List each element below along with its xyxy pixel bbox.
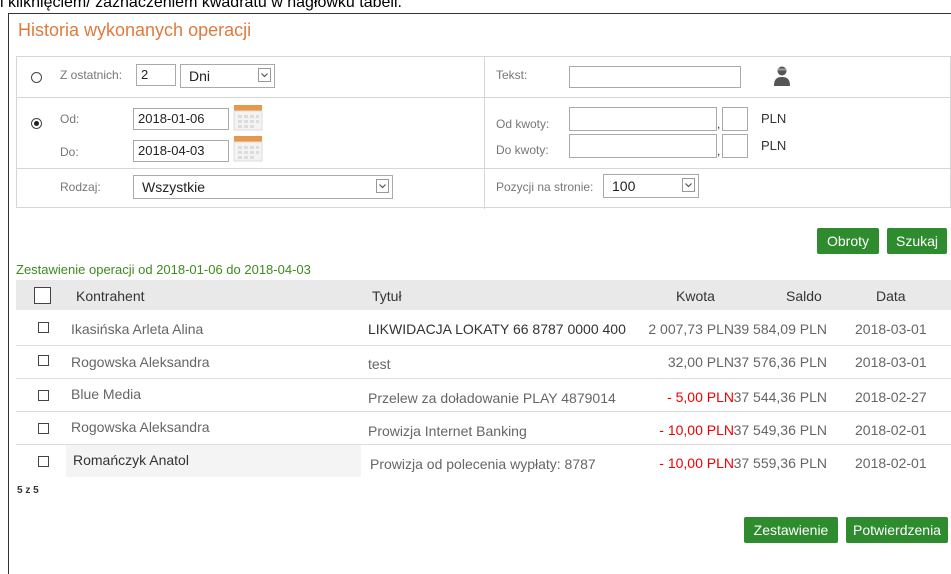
amount-from-comma: , (717, 117, 721, 131)
currency-label: PLN (761, 138, 787, 153)
per-page-select[interactable]: 100 (603, 174, 699, 198)
from-date-label: Od: (60, 112, 80, 126)
title-cell: Prowizja Internet Banking (368, 423, 527, 439)
confirmations-button[interactable]: Potwierdzenia (846, 517, 948, 543)
amount-to-label: Do kwoty: (496, 143, 549, 157)
text-input[interactable] (569, 66, 741, 88)
search-button[interactable]: Szukaj (887, 228, 947, 254)
balance-cell: 39 584,09 PLN (733, 321, 827, 337)
last-days-radio[interactable] (31, 72, 42, 83)
table-row[interactable]: Blue Media Przelew za doładowanie PLAY 4… (16, 379, 951, 412)
title-cell: Prowizja od polecenia wypłaty: 8787 (370, 456, 596, 472)
calendar-icon[interactable] (233, 135, 263, 162)
amount-to-input[interactable] (569, 134, 717, 158)
from-date-input[interactable]: 2018-01-06 (133, 108, 229, 130)
text-label: Tekst: (496, 68, 528, 82)
type-select[interactable]: Wszystkie (133, 175, 393, 199)
date-cell: 2018-02-01 (855, 422, 927, 438)
date-cell: 2018-02-01 (855, 455, 927, 471)
chevron-down-icon (376, 179, 389, 193)
date-range-radio[interactable] (31, 118, 42, 129)
to-date-input[interactable]: 2018-04-03 (133, 140, 229, 162)
title-cell: test (368, 356, 391, 372)
date-cell: 2018-02-27 (855, 389, 927, 405)
balance-cell: 37 544,36 PLN (733, 389, 827, 405)
row-checkbox[interactable] (38, 390, 49, 401)
table-row[interactable]: Romańczyk Anatol Prowizja od polecenia w… (16, 445, 951, 477)
balance-cell: 37 549,36 PLN (733, 422, 827, 438)
per-page-value: 100 (612, 178, 636, 194)
per-page-label: Pozycji na stronie: (496, 180, 594, 194)
date-cell: 2018-03-01 (855, 321, 927, 337)
column-header-contractor[interactable]: Kontrahent (76, 288, 145, 304)
amount-to-comma: , (717, 144, 721, 158)
amount-cell: 32,00 PLN (667, 354, 734, 370)
summary-title: Zestawienie operacji od 2018-01-06 do 20… (16, 262, 311, 277)
last-days-label: Z ostatnich: (60, 68, 123, 82)
column-header-date[interactable]: Data (876, 288, 906, 304)
amount-cell: - 10,00 PLN (659, 455, 734, 471)
amount-from-cents-input[interactable] (722, 107, 748, 131)
row-checkbox[interactable] (38, 322, 49, 333)
table-row[interactable]: Rogowska Aleksandra Prowizja Internet Ba… (16, 412, 951, 445)
calendar-icon[interactable] (233, 104, 263, 131)
table-row[interactable]: Ikasińska Arleta Alina LIKWIDACJA LOKATY… (16, 313, 951, 346)
title-cell: LIKWIDACJA LOKATY 66 8787 0000 400 (368, 321, 626, 337)
amount-from-label: Od kwoty: (496, 117, 550, 131)
table-row[interactable]: Rogowska Aleksandra test 32,00 PLN 37 57… (16, 346, 951, 379)
page-title: Historia wykonanych operacji (18, 20, 252, 40)
balance-cell: 37 576,36 PLN (733, 354, 827, 370)
contractor-cell: Romańczyk Anatol (73, 452, 189, 468)
row-checkbox[interactable] (38, 423, 49, 434)
row-checkbox[interactable] (38, 456, 49, 467)
filter-divider (484, 57, 485, 209)
type-label: Rodzaj: (60, 180, 101, 194)
contractor-cell: Ikasińska Arleta Alina (71, 321, 204, 337)
date-cell: 2018-03-01 (855, 354, 927, 370)
contacts-icon[interactable] (772, 65, 792, 87)
select-all-checkbox[interactable] (34, 287, 51, 304)
to-date-label: Do: (60, 145, 79, 159)
contractor-cell: Rogowska Aleksandra (71, 419, 210, 435)
last-days-input[interactable]: 2 (136, 64, 176, 86)
title-cell: Przelew za doładowanie PLAY 4879014 (368, 390, 616, 406)
filter-panel: Z ostatnich: 2 Dni Tekst: Od: Do: 2018-0… (16, 56, 951, 209)
type-value: Wszystkie (142, 179, 205, 195)
contractor-cell: Blue Media (71, 386, 142, 402)
amount-to-cents-input[interactable] (722, 134, 748, 158)
amount-cell: - 5,00 PLN (667, 389, 734, 405)
column-header-title[interactable]: Tytuł (372, 288, 402, 304)
row-count: 5 z 5 (17, 485, 39, 496)
balance-cell: 37 559,36 PLN (733, 455, 827, 471)
column-header-amount[interactable]: Kwota (676, 288, 715, 304)
last-unit-select[interactable]: Dni (180, 64, 275, 88)
summary-button[interactable]: Zestawienie (744, 517, 838, 543)
contractor-cell: Rogowska Aleksandra (71, 354, 210, 370)
turnover-button[interactable]: Obroty (817, 228, 879, 254)
chevron-down-icon (258, 68, 271, 82)
last-unit-value: Dni (189, 68, 211, 84)
table-header: Kontrahent Tytuł Kwota Saldo Data (16, 280, 951, 310)
instruction-text: i kliknięciem/ zaznaczeniem kwadratu w n… (0, 0, 402, 11)
amount-cell: - 10,00 PLN (659, 422, 734, 438)
column-header-balance[interactable]: Saldo (786, 288, 822, 304)
amount-from-input[interactable] (569, 107, 717, 131)
currency-label: PLN (761, 111, 787, 126)
chevron-down-icon (682, 178, 695, 192)
row-checkbox[interactable] (38, 355, 49, 366)
amount-cell: 2 007,73 PLN (648, 321, 734, 337)
